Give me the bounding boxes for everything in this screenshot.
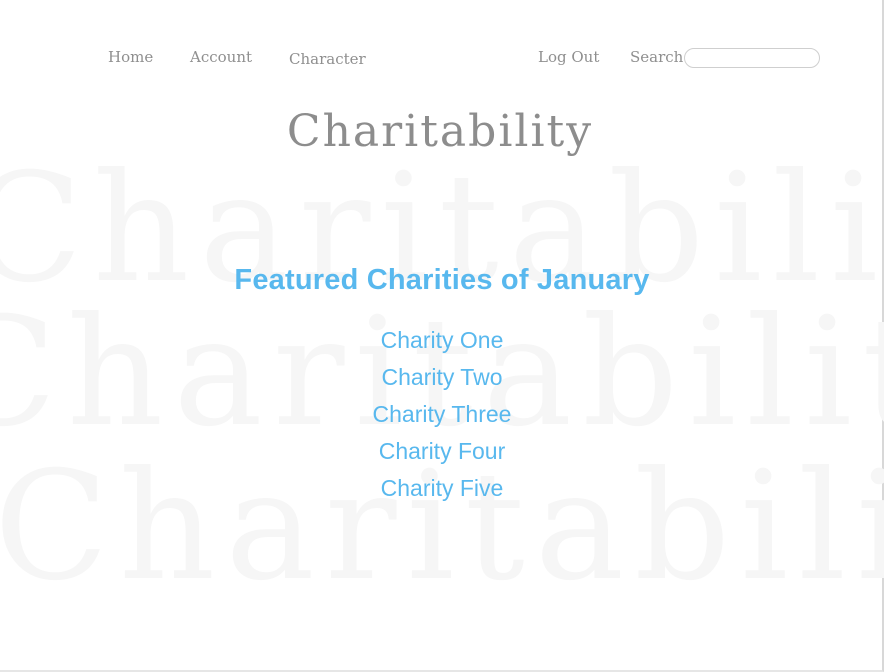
nav-character-link[interactable]: Character xyxy=(289,50,366,68)
featured-heading: Featured Charities of January xyxy=(234,264,650,296)
site-title: Charitability xyxy=(286,106,594,157)
nav-home-link[interactable]: Home xyxy=(108,48,153,66)
charity-link-four[interactable]: Charity Four xyxy=(0,433,884,470)
charity-link-three[interactable]: Charity Three xyxy=(0,396,884,433)
nav-logout-link[interactable]: Log Out xyxy=(538,48,599,66)
charity-list: Charity One Charity Two Charity Three Ch… xyxy=(0,322,884,507)
charity-link-five[interactable]: Charity Five xyxy=(0,470,884,507)
charity-link-one[interactable]: Charity One xyxy=(0,322,884,359)
top-nav: Home Account Character Log Out Search xyxy=(0,44,884,74)
search-label: Search xyxy=(630,48,684,66)
nav-account-link[interactable]: Account xyxy=(190,48,252,66)
charity-link-two[interactable]: Charity Two xyxy=(0,359,884,396)
search-input[interactable] xyxy=(684,48,820,68)
